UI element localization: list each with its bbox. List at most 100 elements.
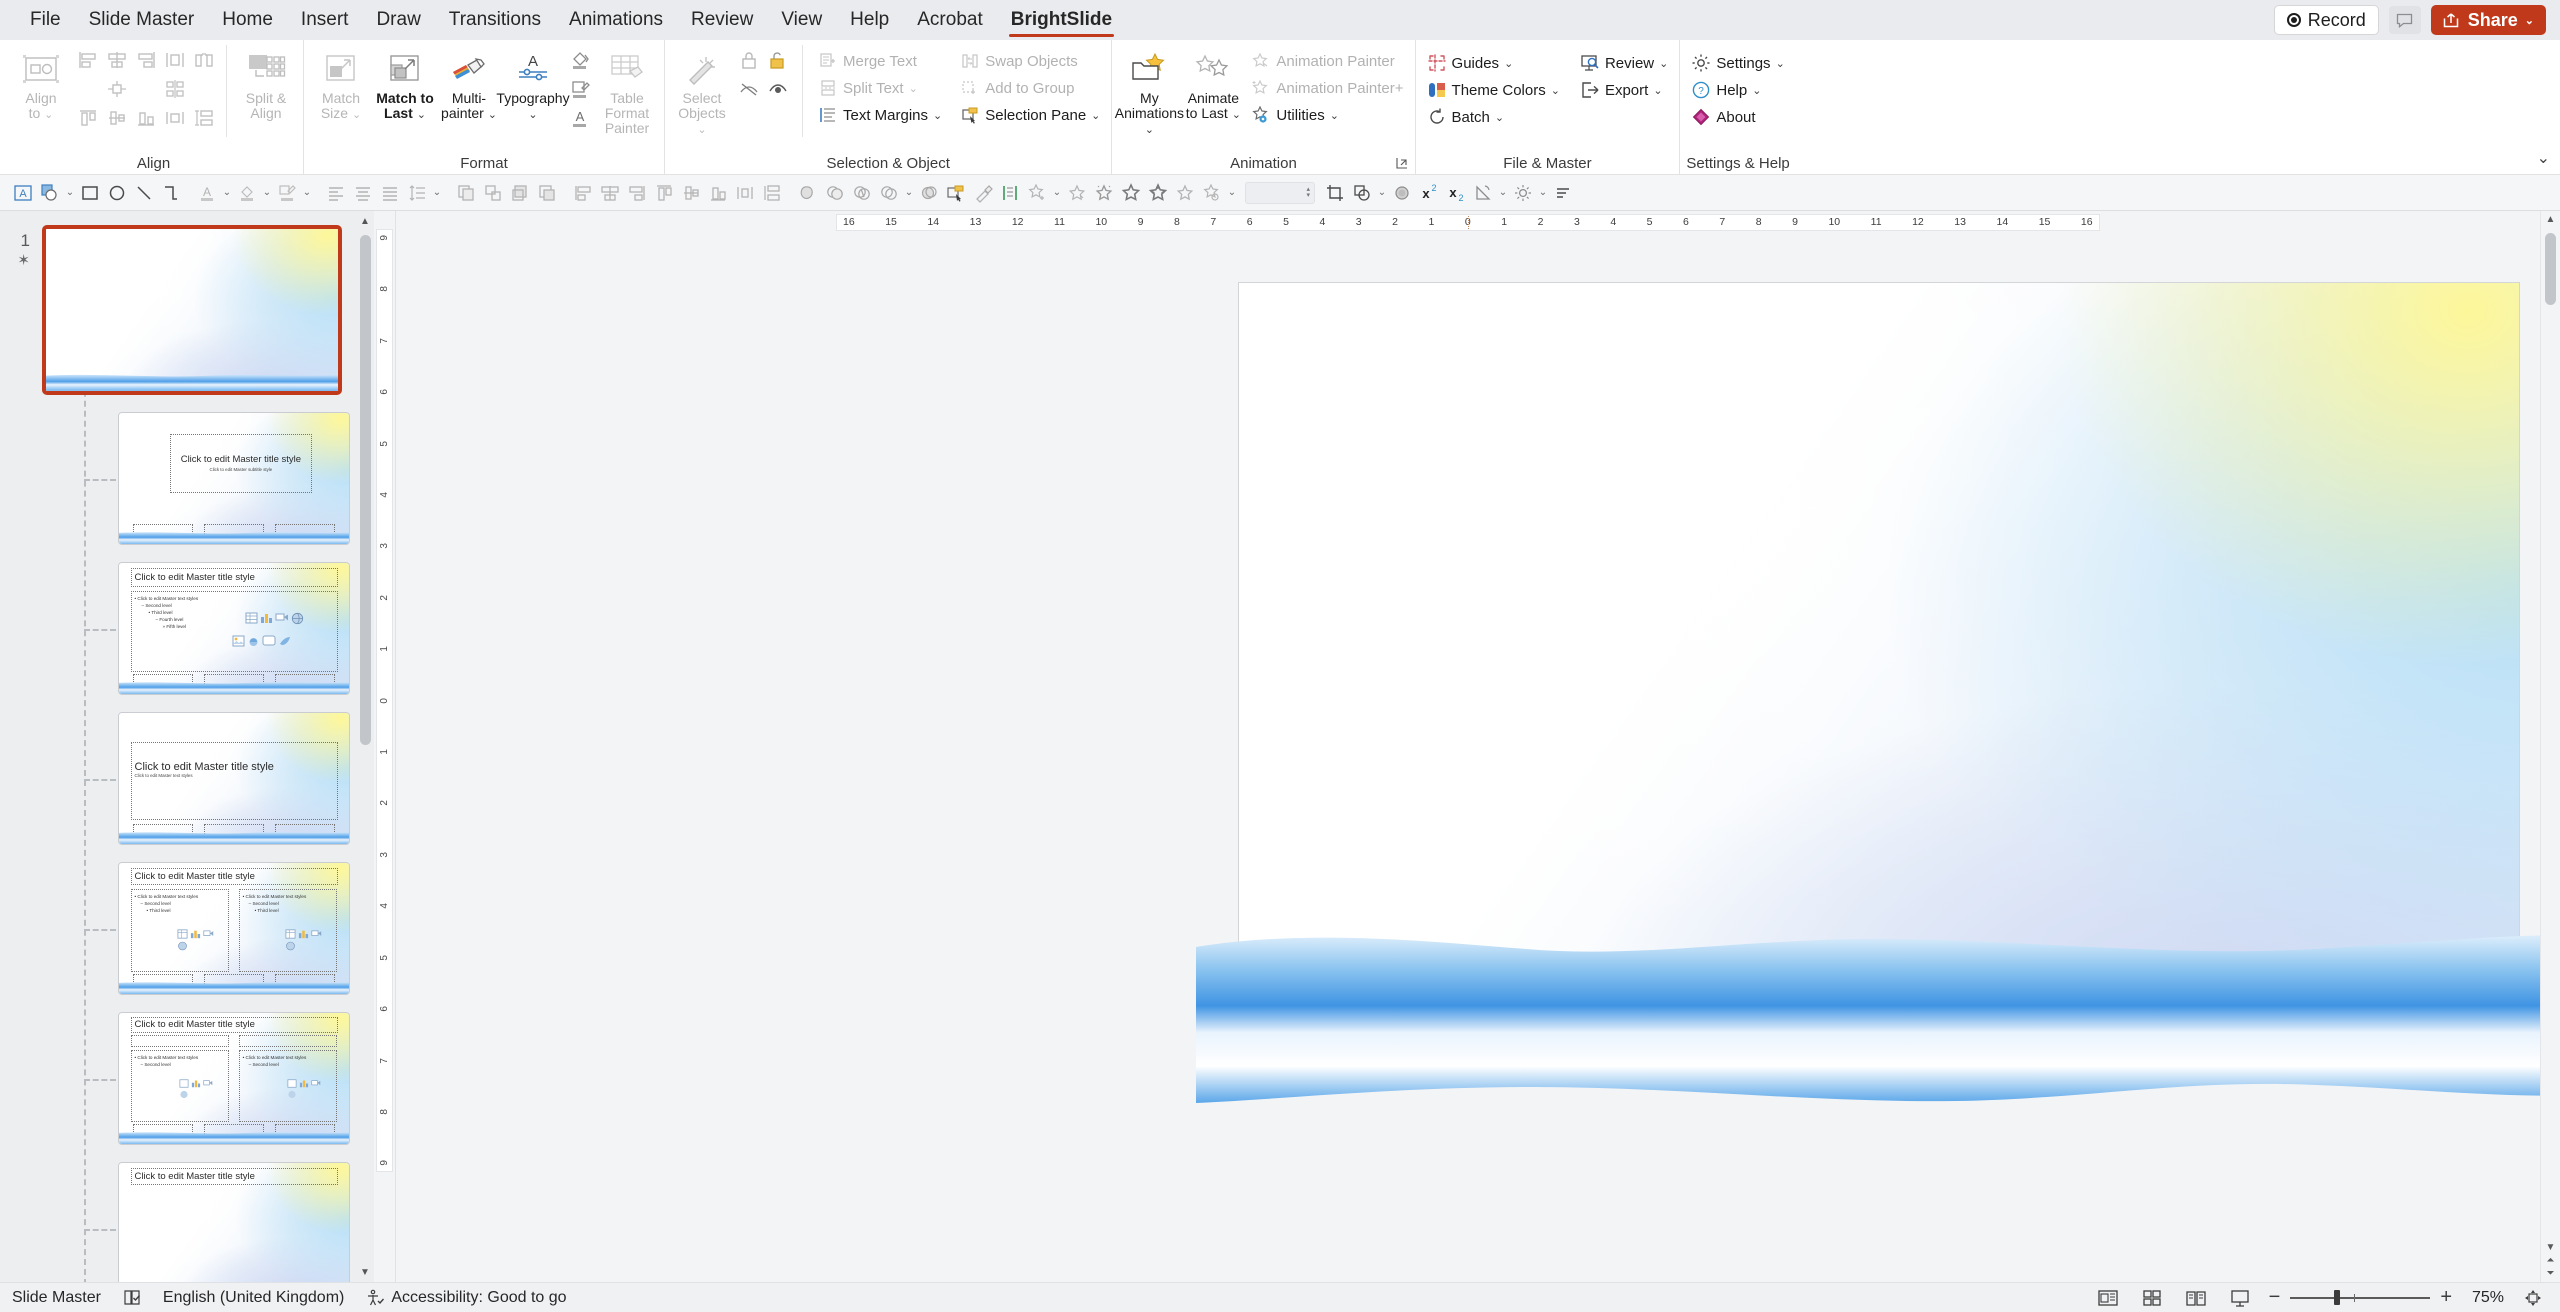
split-text-button[interactable]: Split Text ⌄ — [813, 75, 947, 101]
animation-chevron-down-icon[interactable]: ⌄ — [1051, 187, 1063, 198]
animation-utilities-tool[interactable] — [1199, 179, 1225, 207]
thumbnail-row-master[interactable]: 1 ✶ — [0, 225, 374, 395]
accessibility-status[interactable]: Accessibility: Good to go — [366, 1289, 566, 1307]
thumbnail-scroll-down-button[interactable]: ▼ — [356, 1262, 374, 1282]
view-normal-button[interactable] — [2093, 1286, 2123, 1310]
fill-color-chevron-down-icon[interactable]: ⌄ — [261, 187, 273, 198]
menu-item-insert[interactable]: Insert — [287, 3, 363, 37]
crop-tool[interactable] — [1322, 179, 1348, 207]
space-horizontal-button[interactable] — [190, 46, 218, 74]
multi-painter-button[interactable]: Multi-painter ⌄ — [438, 45, 500, 126]
align-middle-button[interactable] — [103, 104, 131, 132]
animation-effect-4-tool[interactable] — [1145, 179, 1171, 207]
align-center-both-button[interactable] — [103, 75, 131, 103]
animation-painter-button[interactable]: Animation Painter — [1246, 48, 1408, 74]
fill-painter-button[interactable] — [566, 46, 594, 74]
align-text-left-tool[interactable] — [323, 179, 349, 207]
spell-check-button[interactable] — [123, 1289, 141, 1306]
elbow-connector-tool[interactable] — [158, 179, 184, 207]
rectangle-tool[interactable] — [77, 179, 103, 207]
format-painter-tool[interactable] — [970, 179, 996, 207]
split-and-align-button[interactable]: Split &Align — [235, 45, 297, 124]
typography-button[interactable]: A Typography⌄ — [502, 45, 564, 126]
merge-shapes-combine-tool[interactable] — [822, 179, 848, 207]
tb-distribute-v-tool[interactable] — [759, 179, 785, 207]
about-button[interactable]: About — [1686, 104, 1789, 130]
tb-distribute-h-tool[interactable] — [732, 179, 758, 207]
menu-item-animations[interactable]: Animations — [555, 3, 677, 37]
my-animations-button[interactable]: MyAnimations ⌄ — [1118, 45, 1180, 141]
tb-align-right-tool[interactable] — [624, 179, 650, 207]
animation-utilities-chevron-down-icon[interactable]: ⌄ — [1226, 187, 1238, 198]
subscript-tool[interactable]: x2 — [1443, 179, 1469, 207]
scroll-up-icon[interactable]: ▲ — [2546, 214, 2556, 225]
shape-fill-chevron-down-icon[interactable]: ⌄ — [64, 187, 76, 198]
tb-align-middle-tool[interactable] — [678, 179, 704, 207]
thumbnail-row-layout-1[interactable]: Click to edit Master title style Click t… — [0, 395, 374, 545]
slide-wave-shape[interactable] — [1196, 923, 2540, 1113]
layout-thumbnail-2[interactable]: Click to edit Master title style • Click… — [118, 562, 350, 695]
value-spinner[interactable]: ▴▾ — [1306, 187, 1310, 199]
thumbnail-row-layout-2[interactable]: Click to edit Master title style • Click… — [0, 545, 374, 695]
next-slide-icon[interactable]: ⏷ — [2547, 1268, 2555, 1279]
tb-align-center-tool[interactable] — [597, 179, 623, 207]
line-spacing-tool[interactable] — [404, 179, 430, 207]
slide-master-thumbnail[interactable] — [42, 225, 342, 395]
duplicate-tool[interactable] — [453, 179, 479, 207]
menu-item-draw[interactable]: Draw — [362, 3, 434, 37]
value-input[interactable]: ▴▾ — [1245, 182, 1315, 204]
help-button[interactable]: ? Help ⌄ — [1686, 77, 1789, 103]
selection-pane-button[interactable]: Selection Pane ⌄ — [955, 102, 1105, 128]
rotate-chevron-down-icon[interactable]: ⌄ — [1497, 187, 1509, 198]
slide-thumbnail-pane[interactable]: 1 ✶ — [0, 211, 374, 1282]
superscript-tool[interactable]: x2 — [1416, 179, 1442, 207]
add-animation-tool[interactable] — [1024, 179, 1050, 207]
bring-forward-tool[interactable] — [507, 179, 533, 207]
merge-shapes-chevron-down-icon[interactable]: ⌄ — [903, 187, 915, 198]
previous-slide-icon[interactable]: ⏶ — [2547, 1255, 2555, 1266]
export-button[interactable]: Export ⌄ — [1575, 77, 1673, 103]
unlock-button[interactable] — [764, 46, 792, 74]
brightness-chevron-down-icon[interactable]: ⌄ — [1537, 187, 1549, 198]
font-color-tool[interactable]: A — [194, 179, 220, 207]
record-button[interactable]: Record — [2274, 5, 2379, 35]
review-button[interactable]: Review ⌄ — [1575, 50, 1673, 76]
thumbnail-row-layout-6[interactable]: Click to edit Master title style — [0, 1145, 374, 1282]
canvas-scroll-handle[interactable] — [2545, 229, 2556, 1238]
animation-effect-3-tool[interactable] — [1118, 179, 1144, 207]
zoom-out-button[interactable]: − — [2269, 1286, 2281, 1309]
thumbnail-row-layout-4[interactable]: Click to edit Master title style • Click… — [0, 845, 374, 995]
distribute-vertical-button[interactable] — [161, 104, 189, 132]
send-backward-tool[interactable] — [534, 179, 560, 207]
line-color-chevron-down-icon[interactable]: ⌄ — [301, 187, 313, 198]
thumbnail-row-layout-5[interactable]: Click to edit Master title style • Click… — [0, 995, 374, 1145]
rotate-tool[interactable] — [1470, 179, 1496, 207]
view-reading-button[interactable] — [2181, 1286, 2211, 1310]
comments-button[interactable] — [2389, 6, 2421, 34]
animation-effect-1-tool[interactable] — [1064, 179, 1090, 207]
shape-combine-tool[interactable] — [1349, 179, 1375, 207]
show-button[interactable] — [764, 75, 792, 103]
animation-effect-2-tool[interactable] — [1091, 179, 1117, 207]
swap-objects-button[interactable]: Swap Objects — [955, 48, 1105, 74]
zoom-percentage[interactable]: 75% — [2462, 1289, 2504, 1307]
menu-item-brightslide[interactable]: BrightSlide — [997, 3, 1126, 37]
canvas-vertical-scrollbar[interactable]: ▲ ▼ ⏶ ⏷ — [2540, 211, 2560, 1282]
line-color-tool[interactable] — [274, 179, 300, 207]
align-text-center-tool[interactable] — [350, 179, 376, 207]
menu-item-slide-master[interactable]: Slide Master — [75, 3, 209, 37]
lock-button[interactable] — [735, 46, 763, 74]
tb-align-bottom-tool[interactable] — [705, 179, 731, 207]
line-painter-button[interactable] — [566, 75, 594, 103]
hide-button[interactable] — [735, 75, 763, 103]
slide-master-editor[interactable] — [1239, 283, 2519, 1003]
line-tool[interactable] — [131, 179, 157, 207]
thumbnail-scrollbar-handle[interactable] — [360, 235, 371, 745]
menu-item-acrobat[interactable]: Acrobat — [903, 3, 996, 37]
canvas-scroll-region[interactable] — [396, 233, 2540, 1282]
shape-fill-tool[interactable] — [37, 179, 63, 207]
line-spacing-chevron-down-icon[interactable]: ⌄ — [431, 187, 443, 198]
menu-item-help[interactable]: Help — [836, 3, 903, 37]
animation-dialog-launcher[interactable] — [1395, 156, 1411, 172]
merge-shapes-fragment-tool[interactable] — [849, 179, 875, 207]
